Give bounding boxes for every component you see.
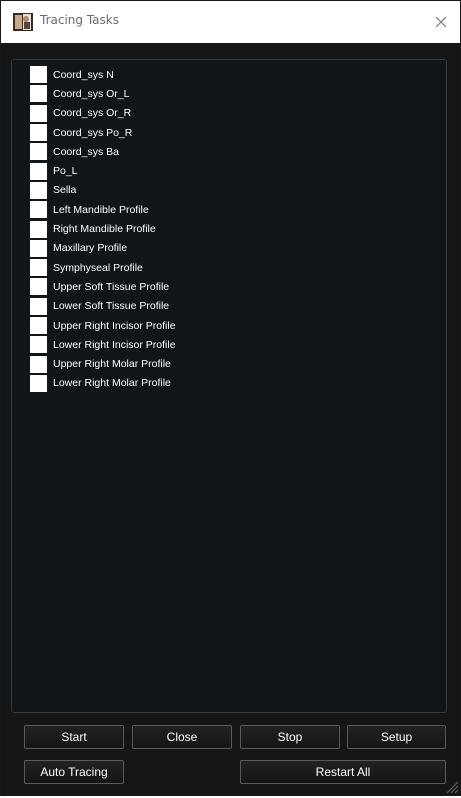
task-row[interactable]: Maxillary Profile	[30, 239, 176, 258]
task-label: Lower Soft Tissue Profile	[53, 300, 170, 313]
task-row[interactable]: Lower Soft Tissue Profile	[30, 297, 176, 316]
task-checkbox[interactable]	[30, 66, 47, 84]
task-checkbox[interactable]	[30, 124, 47, 142]
setup-button[interactable]: Setup	[347, 725, 446, 749]
task-row[interactable]: Coord_sys Ba	[30, 142, 176, 161]
task-label: Right Mandible Profile	[53, 223, 156, 236]
task-label: Coord_sys N	[53, 68, 114, 81]
task-row[interactable]: Po_L	[30, 161, 176, 180]
task-row[interactable]: Coord_sys Or_L	[30, 84, 176, 103]
task-label: Maxillary Profile	[53, 242, 128, 255]
task-checkbox[interactable]	[30, 85, 47, 103]
task-label: Upper Right Molar Profile	[53, 358, 171, 371]
task-label: Po_L	[53, 165, 78, 178]
task-row[interactable]: Coord_sys N	[30, 65, 176, 84]
task-label: Coord_sys Or_R	[53, 107, 132, 120]
task-list-panel[interactable]: Coord_sys N Coord_sys Or_L Coord_sys Or_R C…	[11, 59, 447, 713]
window-title: Tracing Tasks	[40, 13, 119, 27]
task-row[interactable]: Left Mandible Profile	[30, 200, 176, 219]
task-checkbox[interactable]	[30, 259, 47, 277]
stop-button[interactable]: Stop	[240, 725, 340, 749]
window-content: Coord_sys N Coord_sys Or_L Coord_sys Or_R C…	[1, 43, 460, 795]
task-label: Upper Soft Tissue Profile	[53, 280, 170, 293]
task-row[interactable]: Upper Right Molar Profile	[30, 354, 176, 373]
task-row[interactable]: Symphyseal Profile	[30, 258, 176, 277]
task-checkbox[interactable]	[30, 181, 47, 199]
task-checkbox[interactable]	[30, 355, 47, 373]
task-label: Coord_sys Po_R	[53, 126, 133, 139]
task-row[interactable]: Upper Soft Tissue Profile	[30, 277, 176, 296]
task-label: Lower Right Molar Profile	[53, 377, 171, 390]
task-label: Coord_sys Ba	[53, 145, 119, 158]
task-checkbox[interactable]	[30, 278, 47, 296]
close-button[interactable]: Close	[132, 725, 232, 749]
restart-all-button[interactable]: Restart All	[240, 760, 446, 784]
task-row[interactable]: Upper Right Incisor Profile	[30, 316, 176, 335]
task-row[interactable]: Sella	[30, 181, 176, 200]
task-row[interactable]: Lower Right Incisor Profile	[30, 335, 176, 354]
task-row[interactable]: Right Mandible Profile	[30, 219, 176, 238]
task-checkbox[interactable]	[30, 220, 47, 238]
task-checkbox[interactable]	[30, 201, 47, 219]
task-label: Left Mandible Profile	[53, 203, 149, 216]
task-row[interactable]: Lower Right Molar Profile	[30, 374, 176, 393]
task-checkbox[interactable]	[30, 104, 47, 122]
task-label: Lower Right Incisor Profile	[53, 338, 176, 351]
task-checkbox[interactable]	[30, 336, 47, 354]
task-list: Coord_sys N Coord_sys Or_L Coord_sys Or_R C…	[30, 65, 176, 393]
task-row[interactable]: Coord_sys Po_R	[30, 123, 176, 142]
resize-grip-icon[interactable]	[443, 778, 459, 794]
task-row[interactable]: Coord_sys Or_R	[30, 104, 176, 123]
task-label: Sella	[53, 184, 77, 197]
tracing-tasks-window: Tracing Tasks Coord_sys N Coord_sys Or_L C…	[0, 0, 461, 796]
task-checkbox[interactable]	[30, 239, 47, 257]
close-icon	[435, 13, 447, 32]
task-checkbox[interactable]	[30, 143, 47, 161]
task-label: Symphyseal Profile	[53, 261, 143, 274]
task-checkbox[interactable]	[30, 297, 47, 315]
auto-tracing-button[interactable]: Auto Tracing	[24, 760, 124, 784]
title-bar: Tracing Tasks	[1, 1, 460, 43]
app-photo-icon	[13, 13, 33, 31]
task-label: Coord_sys Or_L	[53, 87, 130, 100]
task-checkbox[interactable]	[30, 374, 47, 392]
close-window-button[interactable]	[421, 7, 461, 37]
start-button[interactable]: Start	[24, 725, 124, 749]
task-checkbox[interactable]	[30, 162, 47, 180]
task-label: Upper Right Incisor Profile	[53, 319, 176, 332]
task-checkbox[interactable]	[30, 317, 47, 334]
